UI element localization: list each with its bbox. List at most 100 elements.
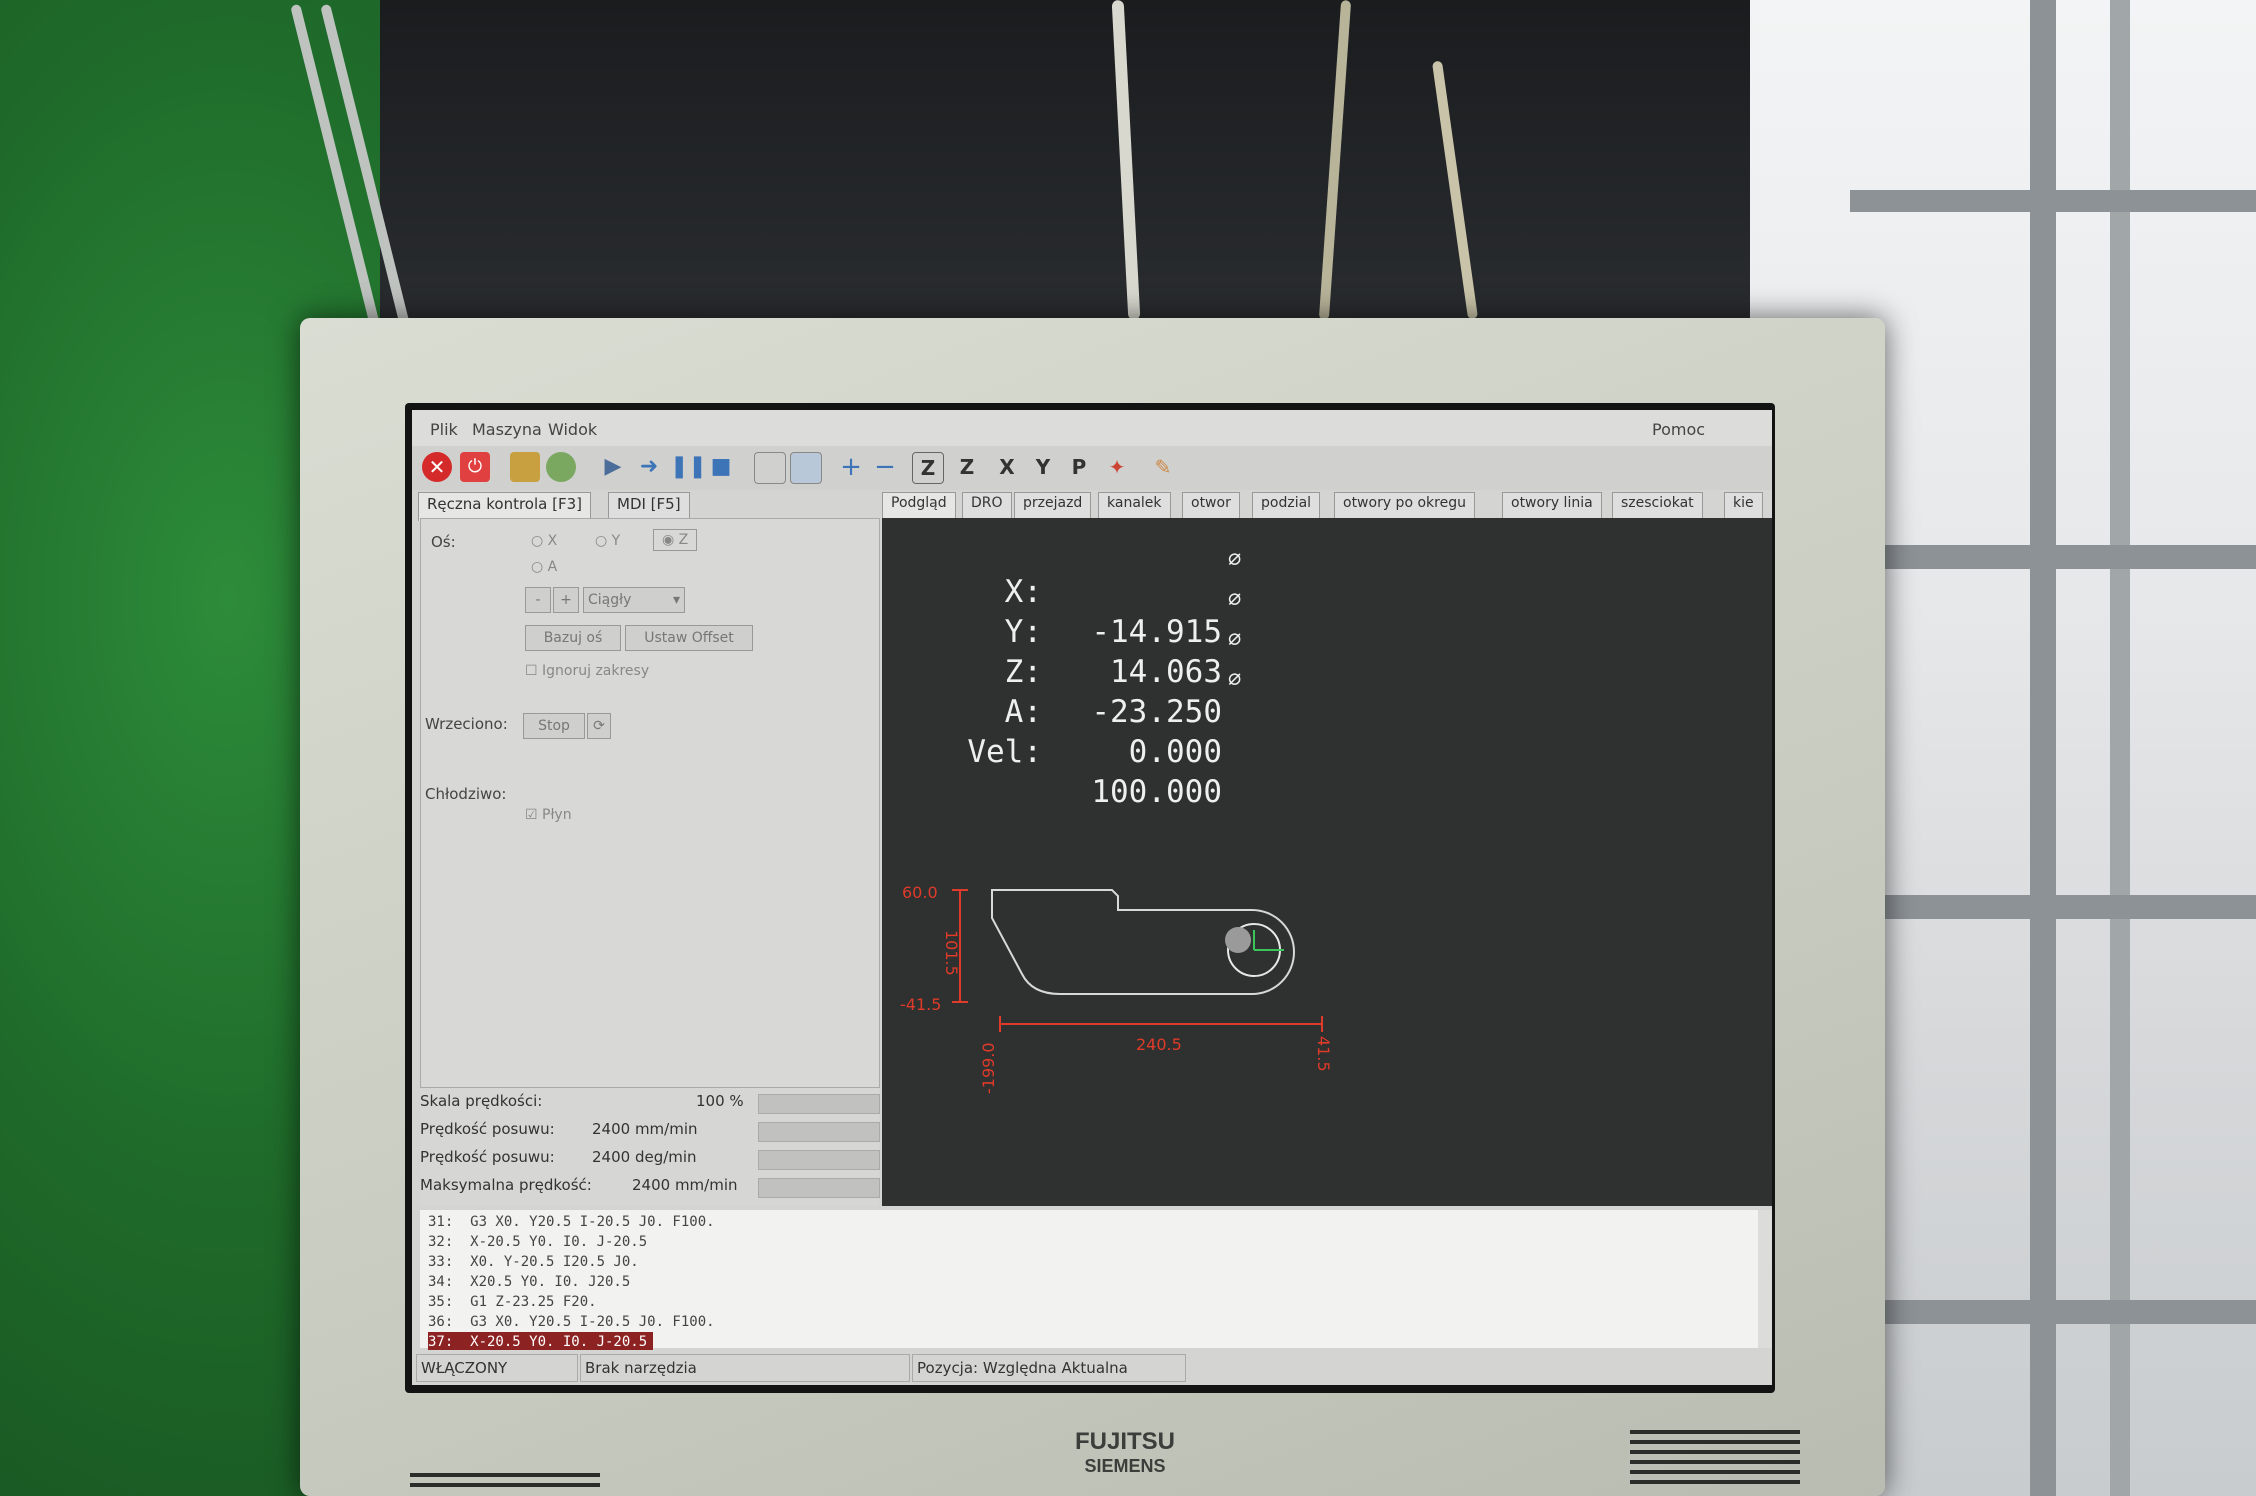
monitor: Plik Maszyna Widok Pomoc ✕ ⏻ ▶ ➜ ❚❚ ■ + …: [300, 318, 1885, 1496]
jog-speed-slider[interactable]: [758, 1122, 880, 1142]
view-z-icon[interactable]: Z: [912, 452, 944, 484]
estop-icon[interactable]: ✕: [422, 452, 452, 482]
tab-kie[interactable]: kie: [1724, 492, 1763, 521]
gcode-listing[interactable]: 31: G3 X0. Y20.5 I-20.5 J0. F100. 32: X-…: [420, 1210, 1772, 1352]
axis-radio-a[interactable]: ○ A: [531, 559, 557, 575]
window-transom: [1870, 1300, 2256, 1324]
toolpath-preview[interactable]: X: -14.915 ⌀ Y: 14.063 ⌀ Z: -23.250 ⌀ A:…: [882, 518, 1772, 1206]
monitor-vent: [1630, 1430, 1800, 1490]
speed-label: Prędkość posuwu:: [420, 1120, 555, 1138]
monitor-vent: [410, 1473, 600, 1493]
block-delete-icon[interactable]: [754, 452, 786, 484]
optional-stop-icon[interactable]: [790, 452, 822, 484]
tab-kanalek[interactable]: kanalek: [1098, 492, 1171, 521]
view-p-icon[interactable]: P: [1064, 452, 1094, 482]
chevron-down-icon: ▾: [672, 592, 680, 608]
view-y-icon[interactable]: Y: [1028, 452, 1058, 482]
tab-preview[interactable]: Podgląd: [882, 492, 956, 521]
axis-y-label: Y: [611, 533, 621, 549]
dark-ceiling: [380, 0, 1760, 330]
home-axis-button[interactable]: Bazuj oś: [525, 625, 621, 651]
tab-dro[interactable]: DRO: [962, 492, 1012, 521]
ignore-limits-checkbox[interactable]: ☐ Ignoruj zakresy: [525, 663, 649, 679]
speed-panel: Skala prędkości: 100 % Prędkość posuwu: …: [420, 1088, 880, 1206]
tab-otwory-po-okregu[interactable]: otwory po okregu: [1334, 492, 1475, 521]
tool-status: Brak narzędzia: [580, 1354, 910, 1382]
extent-width: 240.5: [1136, 1035, 1182, 1054]
toolpath-svg: 60.0 -41.5 101.5 240.5 41.5 -199.0: [900, 883, 1333, 1094]
tab-otwor[interactable]: otwor: [1182, 492, 1240, 521]
gcode-line[interactable]: 35: G1 Z-23.25 F20.: [428, 1292, 597, 1312]
spindle-cw-button[interactable]: ⟳: [587, 713, 611, 739]
gcode-line[interactable]: 34: X20.5 Y0. I0. J20.5: [428, 1272, 630, 1292]
axis-radio-z[interactable]: ◉ Z: [653, 529, 698, 551]
ignore-limits-label: Ignoruj zakresy: [542, 663, 650, 679]
extent-x-left: -199.0: [979, 1042, 998, 1094]
gcode-line[interactable]: 33: X0. Y-20.5 I20.5 J0.: [428, 1252, 639, 1272]
tab-przejazd[interactable]: przejazd: [1014, 492, 1092, 521]
gcode-line[interactable]: 31: G3 X0. Y20.5 I-20.5 J0. F100.: [428, 1212, 715, 1232]
manual-control-panel: Oś: ○ X ○ Y ◉ Z ○ A - + Ciągły ▾ Bazuj o…: [420, 518, 880, 1088]
tab-mdi[interactable]: MDI [F5]: [608, 492, 690, 521]
view-x-icon[interactable]: X: [992, 452, 1022, 482]
speed-value: 2400 mm/min: [632, 1176, 738, 1194]
menu-file[interactable]: Plik: [430, 420, 458, 439]
axis-a-label: A: [547, 559, 558, 575]
axis-radio-y[interactable]: ○ Y: [595, 533, 620, 549]
open-icon[interactable]: [510, 452, 540, 482]
gcode-line[interactable]: 36: G3 X0. Y20.5 I-20.5 J0. F100.: [428, 1312, 715, 1332]
angular-jog-slider[interactable]: [758, 1150, 880, 1170]
position-mode: Pozycja: Względna Aktualna: [912, 1354, 1186, 1382]
speed-row-max-velocity: Maksymalna prędkość: 2400 mm/min: [420, 1172, 880, 1200]
axis-radio-x[interactable]: ○ X: [531, 533, 557, 549]
axis-x-label: X: [547, 533, 558, 549]
speed-row-feed-override: Skala prędkości: 100 %: [420, 1088, 880, 1116]
touch-off-button[interactable]: Ustaw Offset: [625, 625, 753, 651]
tab-szesciokat[interactable]: szesciokat: [1612, 492, 1703, 521]
menu-view[interactable]: Widok: [548, 420, 597, 439]
zoom-out-icon[interactable]: −: [870, 452, 900, 482]
gcode-line-active[interactable]: 37: X-20.5 Y0. I0. J-20.5: [428, 1332, 654, 1352]
axis-label: Oś:: [431, 533, 456, 551]
spindle-label: Wrzeciono:: [425, 715, 508, 733]
extent-y-top: 60.0: [902, 883, 938, 902]
flood-checkbox[interactable]: ☑ Płyn: [525, 807, 572, 823]
spindle-stop-button[interactable]: Stop: [523, 713, 585, 739]
rotate-icon[interactable]: ✦: [1102, 452, 1132, 482]
zoom-in-icon[interactable]: +: [836, 452, 866, 482]
max-velocity-slider[interactable]: [758, 1178, 880, 1198]
clear-icon[interactable]: ✎: [1148, 452, 1178, 482]
jog-minus-button[interactable]: -: [525, 587, 551, 613]
reload-icon[interactable]: [546, 452, 576, 482]
linuxcnc-screen: Plik Maszyna Widok Pomoc ✕ ⏻ ▶ ➜ ❚❚ ■ + …: [412, 410, 1772, 1385]
gcode-line[interactable]: 32: X-20.5 Y0. I0. J-20.5: [428, 1232, 647, 1252]
tab-manual-control[interactable]: Ręczna kontrola [F3]: [418, 492, 591, 521]
extent-y-bottom: -41.5: [900, 995, 941, 1014]
feed-override-slider[interactable]: [758, 1094, 880, 1114]
window-transom: [1850, 190, 2256, 212]
view-z2-icon[interactable]: Z: [952, 452, 982, 482]
speed-value: 2400 deg/min: [592, 1148, 697, 1166]
menu-machine[interactable]: Maszyna: [472, 420, 542, 439]
window-transom: [1820, 545, 2256, 569]
menu-bar: Plik Maszyna Widok Pomoc: [412, 410, 1772, 446]
run-icon[interactable]: ▶: [598, 452, 628, 482]
tool-cone: [1225, 927, 1251, 953]
stop-icon[interactable]: ■: [706, 452, 736, 482]
step-icon[interactable]: ➜: [634, 452, 664, 482]
gcode-scrollbar[interactable]: [1758, 1210, 1772, 1348]
jog-plus-button[interactable]: +: [553, 587, 579, 613]
tab-podzial[interactable]: podzial: [1252, 492, 1321, 521]
power-icon[interactable]: ⏻: [460, 452, 490, 482]
jog-mode-select[interactable]: Ciągły ▾: [583, 587, 685, 613]
tab-otwory-linia[interactable]: otwory linia: [1502, 492, 1602, 521]
jog-mode-value: Ciągły: [588, 592, 632, 608]
flood-label: Płyn: [542, 807, 572, 823]
pause-icon[interactable]: ❚❚: [670, 452, 707, 482]
menu-help[interactable]: Pomoc: [1652, 420, 1705, 439]
speed-label: Prędkość posuwu:: [420, 1148, 555, 1166]
window-mullion: [2110, 0, 2130, 1496]
coolant-label: Chłodziwo:: [425, 785, 507, 803]
extent-x-right: 41.5: [1314, 1036, 1333, 1072]
axis-z-label: Z: [678, 532, 689, 548]
